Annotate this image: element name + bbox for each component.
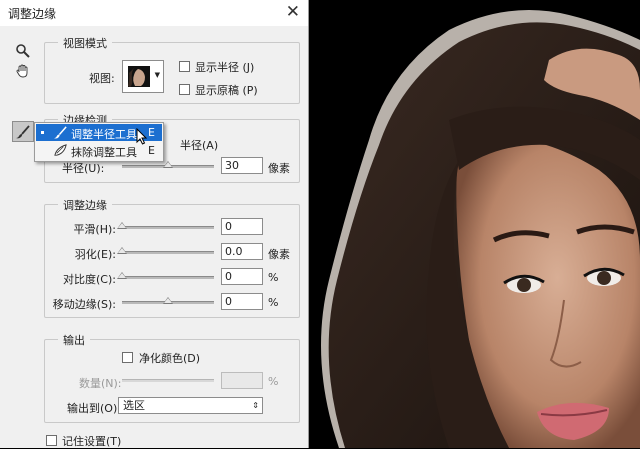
- flyout-item-label: 调整半径工具: [71, 128, 137, 141]
- radius-label: 半径(U):: [62, 162, 105, 175]
- eraser-brush-icon: [54, 144, 67, 156]
- adjust-row-input[interactable]: 0: [221, 293, 263, 310]
- adjust-row-slider[interactable]: [122, 297, 214, 304]
- view-dropdown[interactable]: ▼: [122, 60, 164, 93]
- show-radius-label: 显示半径 (J): [195, 61, 255, 74]
- radius-input[interactable]: 30: [221, 157, 263, 174]
- view-thumbnail-icon: [126, 64, 152, 89]
- adjust-row-unit: %: [268, 296, 279, 309]
- view-mode-legend: 视图模式: [58, 35, 112, 51]
- decontaminate-label: 净化颜色(D): [139, 352, 201, 365]
- output-to-select[interactable]: 选区 ⇕: [118, 397, 263, 414]
- adjust-row-unit: %: [268, 271, 279, 284]
- adjust-row-input[interactable]: 0: [221, 218, 263, 235]
- close-icon[interactable]: ✕: [286, 2, 300, 22]
- title-bar: 调整边缘 ✕: [0, 0, 308, 26]
- updown-arrow-icon: ⇕: [252, 401, 259, 410]
- adjust-row-label: 移动边缘(S):: [52, 298, 116, 311]
- radius-slider[interactable]: [122, 161, 214, 168]
- flyout-item-shortcut: E: [148, 144, 155, 157]
- amount-input: [221, 372, 263, 389]
- view-label: 视图:: [89, 72, 115, 85]
- image-preview[interactable]: [309, 0, 640, 448]
- dialog-title: 调整边缘: [8, 7, 57, 21]
- slider-thumb[interactable]: [117, 247, 127, 254]
- slider-thumb[interactable]: [117, 272, 127, 279]
- decontaminate-checkbox[interactable]: [122, 352, 133, 363]
- adjust-row-label: 羽化(E):: [74, 248, 116, 261]
- adjust-row-slider[interactable]: [117, 272, 214, 279]
- adjust-row-label: 平滑(H):: [73, 223, 116, 236]
- amount-label: 数量(N):: [79, 377, 122, 390]
- chevron-down-icon: ▼: [154, 71, 160, 79]
- brush-icon: [53, 126, 67, 139]
- adjust-row-label: 对比度(C):: [63, 273, 116, 286]
- refine-edge-dialog: 调整边缘 ✕ 视图模式 视图: ▼ 显示半径 (J) 显示原稿 (P) 边缘检测…: [0, 0, 309, 448]
- show-original-checkbox[interactable]: [179, 84, 190, 95]
- output-to-value: 选区: [123, 399, 145, 412]
- output-legend: 输出: [58, 332, 90, 348]
- show-original-label: 显示原稿 (P): [195, 84, 258, 97]
- flyout-item-label: 抹除调整工具: [71, 146, 137, 159]
- radius-slider-thumb[interactable]: [163, 161, 173, 168]
- smart-radius-label: 半径(A): [180, 139, 219, 152]
- hand-tool-icon[interactable]: [15, 63, 31, 79]
- selected-dot-icon: [41, 131, 44, 134]
- radius-unit: 像素: [268, 162, 290, 175]
- zoom-tool-icon[interactable]: [15, 43, 31, 59]
- view-mode-group: [44, 42, 300, 104]
- refine-radius-tool-button[interactable]: [12, 121, 34, 142]
- adjust-row-input[interactable]: 0.0: [221, 243, 263, 260]
- portrait-image: [309, 0, 640, 448]
- amount-unit: %: [268, 375, 279, 388]
- adjust-edge-legend: 调整边缘: [58, 197, 112, 213]
- adjust-row-unit: 像素: [268, 248, 290, 261]
- amount-slider: [122, 379, 214, 382]
- show-radius-checkbox[interactable]: [179, 61, 190, 72]
- brush-icon: [16, 125, 30, 139]
- remember-settings-label: 记住设置(T): [62, 435, 122, 448]
- slider-thumb[interactable]: [163, 297, 173, 304]
- adjust-row-input[interactable]: 0: [221, 268, 263, 285]
- flyout-item-shortcut: E: [148, 126, 155, 139]
- output-to-label: 输出到(O):: [67, 402, 121, 415]
- adjust-row-slider[interactable]: [117, 222, 214, 229]
- adjust-row-slider[interactable]: [117, 247, 214, 254]
- remember-settings-checkbox[interactable]: [46, 435, 57, 446]
- mouse-cursor-icon: [136, 128, 148, 145]
- slider-thumb[interactable]: [117, 222, 127, 229]
